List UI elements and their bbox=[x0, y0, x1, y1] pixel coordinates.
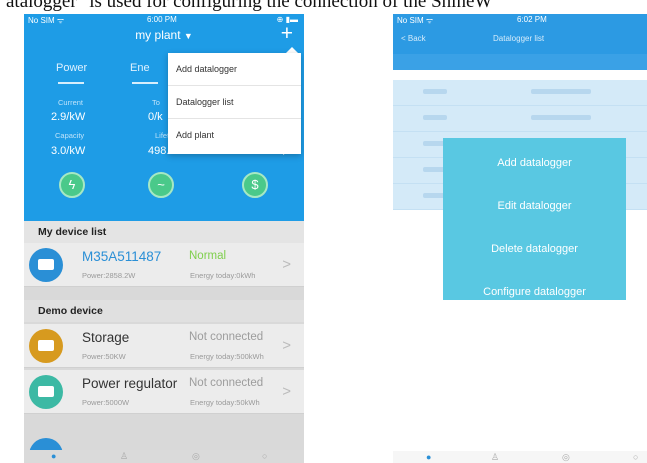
device-power: Power:5000W bbox=[82, 398, 130, 407]
service-tab-icon[interactable]: ♙ bbox=[491, 452, 499, 463]
chevron-right-icon: > bbox=[282, 383, 291, 400]
page-title: Datalogger list bbox=[493, 34, 545, 43]
current-label: Current bbox=[58, 98, 84, 107]
current-value: 2.9/kW bbox=[51, 111, 86, 123]
device-row-inverter[interactable]: M35A511487 Power:2858.2W Normal Energy t… bbox=[24, 243, 304, 287]
tool-tab-icon[interactable]: ◎ bbox=[562, 452, 570, 463]
datalogger-list-screen: No SIM ᯤ 6:02 PM < Back Datalogger list … bbox=[393, 14, 647, 463]
capacity-label: Capacity bbox=[55, 131, 85, 140]
inverter-icon bbox=[29, 248, 63, 282]
demo-device-header: Demo device bbox=[24, 300, 304, 322]
chart-icon[interactable]: ~ bbox=[148, 172, 174, 198]
tool-tab-icon[interactable]: ◎ bbox=[192, 451, 200, 462]
header-band bbox=[393, 54, 647, 70]
device-name: Storage bbox=[82, 330, 130, 345]
lightning-icon[interactable]: ϟ bbox=[59, 172, 85, 198]
regulator-icon bbox=[29, 375, 63, 409]
me-tab-icon[interactable]: ○ bbox=[633, 452, 638, 462]
tab-energy[interactable]: Ene bbox=[130, 62, 150, 74]
device-energy: Energy today:0kWh bbox=[190, 271, 256, 280]
carrier-label: No SIM ᯤ bbox=[397, 16, 434, 25]
datalogger-row[interactable] bbox=[393, 106, 647, 132]
action-add-datalogger[interactable]: Add datalogger bbox=[443, 138, 626, 181]
bottom-tab-bar: ● ♙ ◎ ○ bbox=[24, 450, 304, 463]
menu-item-add-plant[interactable]: Add plant bbox=[168, 119, 301, 152]
bottom-tab-bar: ● ♙ ◎ ○ bbox=[393, 451, 647, 463]
status-bar: No SIM ᯤ 6:02 PM bbox=[393, 14, 647, 26]
carrier-label: No SIM ᯤ bbox=[28, 16, 65, 25]
plant-tab-icon[interactable]: ● bbox=[426, 452, 431, 462]
dollar-icon[interactable]: $ bbox=[242, 172, 268, 198]
device-row-power-regulator[interactable]: Power regulator Power:5000W Not connecte… bbox=[24, 370, 304, 414]
menu-item-add-datalogger[interactable]: Add datalogger bbox=[168, 53, 301, 86]
back-button[interactable]: < Back bbox=[401, 34, 426, 43]
figure-caption: atalogger" is used for configuring the c… bbox=[6, 0, 493, 12]
datalogger-action-sheet: Add datalogger Edit datalogger Delete da… bbox=[443, 138, 626, 300]
chevron-right-icon: > bbox=[282, 337, 291, 354]
action-edit-datalogger[interactable]: Edit datalogger bbox=[443, 181, 626, 224]
device-status: Not connected bbox=[189, 331, 264, 343]
me-tab-icon[interactable]: ○ bbox=[262, 451, 267, 461]
menu-item-datalogger-list[interactable]: Datalogger list bbox=[168, 86, 301, 119]
device-power: Power:2858.2W bbox=[82, 271, 136, 280]
service-tab-icon[interactable]: ♙ bbox=[120, 451, 128, 462]
caret-down-icon: ▼ bbox=[183, 31, 193, 41]
clock-label: 6:02 PM bbox=[517, 15, 547, 24]
today-label: To bbox=[152, 98, 160, 107]
my-device-list-header: My device list bbox=[24, 221, 304, 243]
action-delete-datalogger[interactable]: Delete datalogger bbox=[443, 224, 626, 267]
device-status: Not connected bbox=[189, 377, 264, 389]
datalogger-header: No SIM ᯤ 6:02 PM < Back Datalogger list bbox=[393, 14, 647, 54]
device-row-storage[interactable]: Storage Power:50KW Not connected Energy … bbox=[24, 324, 304, 368]
device-name: M35A511487 bbox=[82, 249, 162, 264]
datalogger-row[interactable] bbox=[393, 80, 647, 106]
storage-icon bbox=[29, 329, 63, 363]
plant-selector[interactable]: my plant ▼ bbox=[24, 28, 304, 42]
chevron-right-icon: > bbox=[282, 256, 291, 273]
clock-label: 6:00 PM bbox=[147, 15, 177, 24]
status-bar: No SIM ᯤ 6:00 PM ⊕ ▮▬ bbox=[24, 14, 304, 26]
today-value: 0/k bbox=[148, 111, 163, 123]
plant-title: my plant bbox=[135, 28, 181, 42]
device-energy: Energy today:500kWh bbox=[190, 352, 264, 361]
add-button[interactable]: + bbox=[281, 23, 293, 44]
device-power: Power:50KW bbox=[82, 352, 126, 361]
device-name: Power regulator bbox=[82, 376, 178, 391]
tab-indicator-power bbox=[58, 82, 84, 84]
plant-screen: No SIM ᯤ 6:00 PM ⊕ ▮▬ my plant ▼ + Power… bbox=[24, 14, 304, 463]
tab-indicator-energy bbox=[132, 82, 158, 84]
add-menu: Add datalogger Datalogger list Add plant bbox=[168, 53, 301, 154]
capacity-value: 3.0/kW bbox=[51, 145, 86, 157]
tab-power[interactable]: Power bbox=[56, 62, 87, 74]
device-status: Normal bbox=[189, 250, 227, 262]
action-configure-datalogger[interactable]: Configure datalogger bbox=[443, 267, 626, 310]
plant-tab-icon[interactable]: ● bbox=[51, 451, 56, 461]
device-energy: Energy today:50kWh bbox=[190, 398, 260, 407]
